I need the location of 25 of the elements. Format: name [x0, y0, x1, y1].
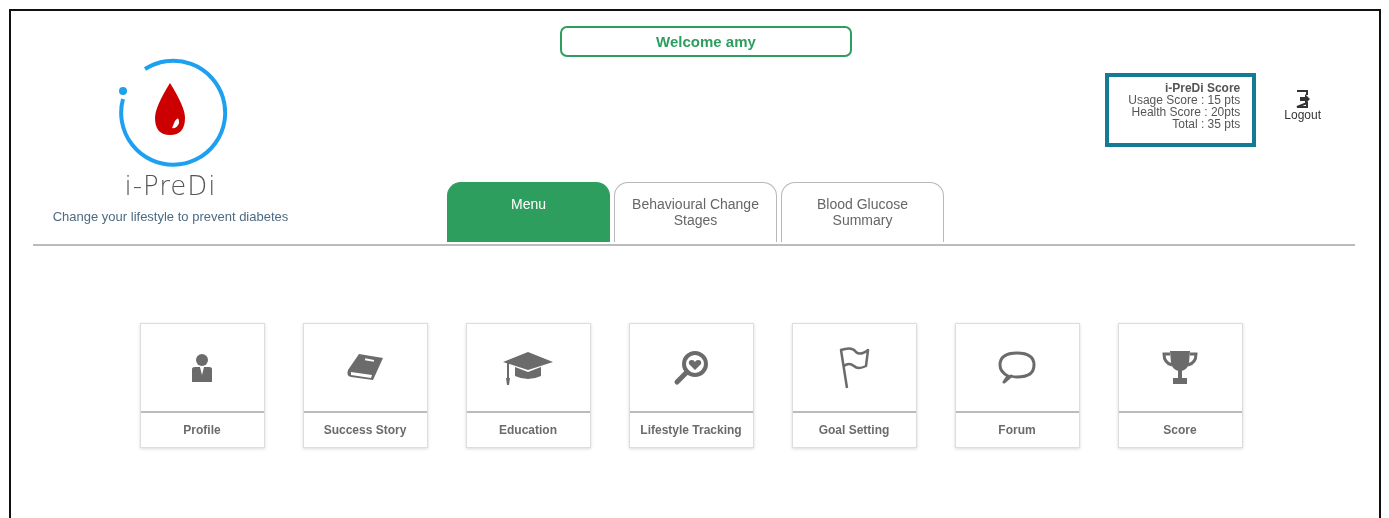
score-line: Total : 35 pts: [1171, 118, 1241, 130]
graduation-cap-icon: [502, 349, 554, 386]
flag-icon: [838, 345, 870, 390]
tab[interactable]: Behavioural Change Stages: [614, 182, 777, 242]
menu-tile[interactable]: Profile: [139, 323, 265, 448]
person-icon: [190, 352, 214, 383]
tab[interactable]: Menu: [447, 182, 610, 242]
menu-tile[interactable]: Success Story: [302, 323, 428, 448]
tab[interactable]: Blood Glucose Summary: [781, 182, 944, 242]
score-title: i-PreDi Score: [1163, 82, 1241, 94]
logout-button[interactable]: Logout: [1284, 90, 1321, 128]
logo-name: i-PreDi: [124, 171, 217, 201]
score-line: Usage Score : 15 pts: [1127, 94, 1241, 106]
logout-icon: [1294, 90, 1311, 108]
menu-tile[interactable]: Goal Setting: [791, 323, 917, 448]
speech-bubble-icon: [998, 349, 1036, 386]
menu-tile[interactable]: Forum: [954, 323, 1080, 448]
menu-tile[interactable]: Lifestyle Tracking: [628, 323, 754, 448]
menu-tile[interactable]: Score: [1117, 323, 1243, 448]
trophy-icon: [1161, 348, 1199, 387]
welcome-banner: Welcome amy: [560, 26, 852, 57]
magnifier-heart-icon: [673, 349, 709, 386]
menu-tile[interactable]: Education: [465, 323, 591, 448]
tagline: Change your lifestyle to prevent diabetes: [52, 209, 289, 224]
score-line: Health Score : 20pts: [1131, 106, 1241, 118]
